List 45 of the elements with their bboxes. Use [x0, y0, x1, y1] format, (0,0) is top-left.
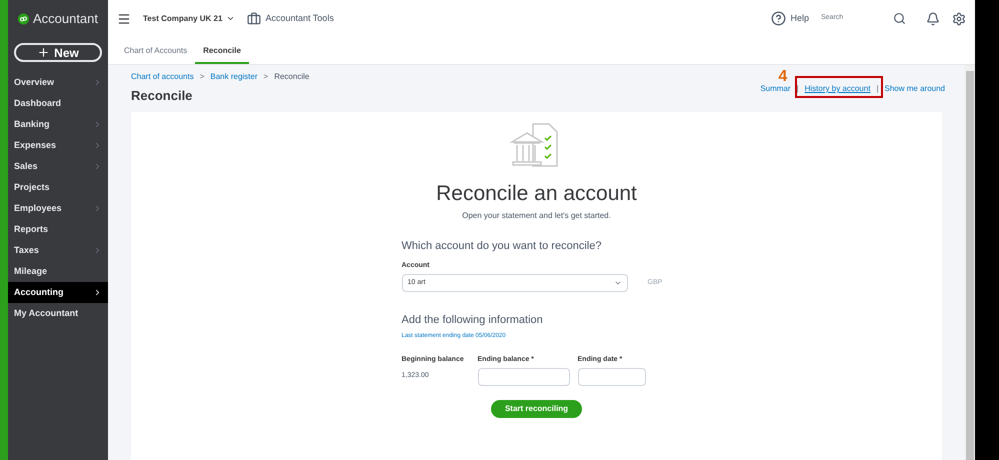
section-heading: Which account do you want to reconcile? — [402, 239, 602, 254]
sidebar-item[interactable]: Overview — [8, 72, 108, 93]
card-subtitle: Open your statement and let's get started. — [462, 210, 611, 222]
sidebar-item[interactable]: Sales — [8, 156, 108, 177]
sidebar-item[interactable]: Banking — [8, 114, 108, 135]
card-title: Reconcile an account — [436, 180, 637, 206]
help-icon — [771, 11, 786, 26]
logo-icon — [18, 10, 29, 26]
page-title: Reconcile — [131, 87, 194, 105]
header-link[interactable]: Show me around — [884, 83, 945, 95]
caret-icon — [614, 279, 622, 287]
menu-icon[interactable] — [117, 12, 131, 26]
breadcrumb-link[interactable]: Chart of accounts — [131, 71, 194, 83]
caret-icon — [226, 14, 236, 23]
settings-icon[interactable] — [952, 12, 966, 26]
sidebar-item[interactable]: Reports — [8, 219, 108, 240]
briefcase-icon — [247, 12, 262, 26]
new-button[interactable]: New — [14, 43, 102, 62]
header-link[interactable]: History by account — [804, 83, 870, 95]
scrollbar-thumb[interactable] — [966, 71, 974, 460]
sidebar-item[interactable]: Taxes — [8, 240, 108, 261]
sidebar-item[interactable]: My Accountant — [8, 303, 108, 324]
company-dropdown[interactable]: Test Company UK 21 — [143, 12, 236, 24]
brand-name: Accountant — [32, 10, 98, 28]
header-link[interactable]: Summar — [760, 83, 791, 95]
sidebar-item[interactable]: Employees — [8, 198, 108, 219]
breadcrumb-link[interactable]: Bank register — [210, 71, 258, 83]
sidebar-item[interactable]: Accounting — [8, 282, 108, 303]
breadcrumb-separator: > — [264, 71, 268, 83]
sidebar-item[interactable]: Projects — [8, 177, 108, 198]
section-heading: Add the following information — [402, 313, 544, 328]
sidebar-item[interactable]: Expenses — [8, 135, 108, 156]
sidebar-item[interactable]: Mileage — [8, 261, 108, 282]
accountant-tools-button[interactable]: Accountant Tools — [247, 12, 334, 26]
ending-date-field[interactable] — [578, 368, 646, 386]
link-separator: | — [796, 83, 800, 95]
breadcrumb-separator: > — [200, 71, 204, 83]
tab[interactable]: Chart of Accounts — [116, 40, 196, 64]
plus-icon — [37, 46, 50, 59]
ending-balance-field[interactable] — [478, 368, 570, 386]
help-button[interactable]: Help — [771, 11, 809, 26]
bell-icon[interactable] — [926, 12, 940, 26]
search-icon[interactable] — [893, 12, 906, 25]
sidebar-item[interactable]: Dashboard — [8, 93, 108, 114]
link-separator: | — [875, 83, 880, 95]
